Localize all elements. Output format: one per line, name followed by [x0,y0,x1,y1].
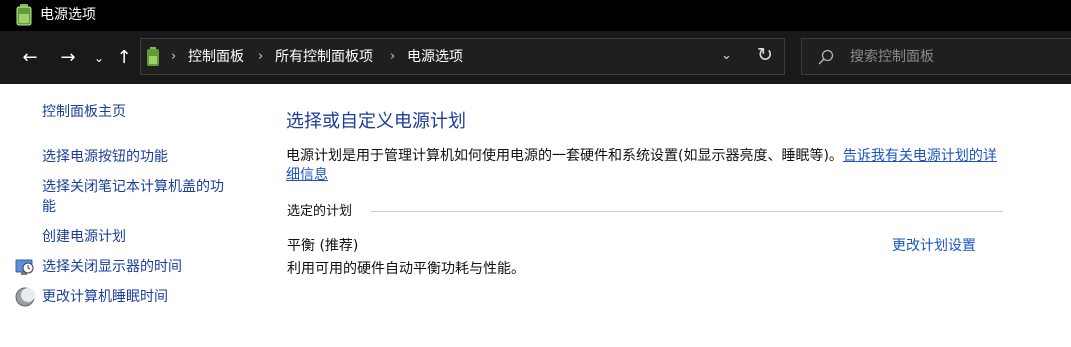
back-arrow-icon[interactable]: ← [19,47,41,69]
up-arrow-icon[interactable]: ↑ [113,47,135,69]
change-plan-settings-link[interactable]: 更改计划设置 [892,237,976,255]
breadcrumb-all-items[interactable]: 所有控制面板项 [275,48,373,66]
navigation-bar: ← → ⌄ ↑ › 控制面板 › 所有控制面板项 › 电源选项 ⌄ ↻ 搜索控制… [0,31,1071,84]
create-power-plan-link[interactable]: 创建电源计划 [42,227,126,247]
window-title: 电源选项 [40,7,96,23]
address-bar[interactable]: › 控制面板 › 所有控制面板项 › 电源选项 ⌄ ↻ [140,38,785,75]
breadcrumb-control-panel[interactable]: 控制面板 [188,48,244,66]
refresh-icon[interactable]: ↻ [757,44,773,66]
breadcrumb-separator-icon: › [171,49,177,64]
page-title: 选择或自定义电源计划 [286,111,466,132]
breadcrumb-power-options[interactable]: 电源选项 [407,48,463,66]
breadcrumb-separator-icon: › [390,49,396,64]
search-placeholder: 搜索控制面板 [850,49,934,65]
recent-dropdown-icon[interactable]: ⌄ [88,47,110,69]
monitor-clock-icon [15,259,34,275]
section-divider [371,211,1003,212]
lid-close-function-link[interactable]: 选择关闭笔记本计算机盖的功 [42,177,224,197]
title-bar: 电源选项 [0,0,1071,31]
control-panel-home-link[interactable]: 控制面板主页 [42,102,126,122]
breadcrumb-separator-icon: › [258,49,264,64]
power-options-icon [16,4,32,26]
description-text: 电源计划是用于管理计算机如何使用电源的一套硬件和系统设置(如显示器亮度、睡眠等)… [286,148,843,164]
lid-close-function-link-cont[interactable]: 能 [42,197,56,217]
moon-icon [15,287,35,307]
plan-description: 利用可用的硬件自动平衡功耗与性能。 [287,261,525,277]
forward-arrow-icon[interactable]: → [57,47,79,69]
display-off-time-link[interactable]: 选择关闭显示器的时间 [42,257,182,277]
search-box[interactable]: 搜索控制面板 [801,38,1071,75]
plan-name: 平衡 (推荐) [287,238,359,254]
search-icon [818,49,834,65]
chevron-down-icon[interactable]: ⌄ [721,48,732,63]
power-button-function-link[interactable]: 选择电源按钮的功能 [42,147,168,167]
page-description: 电源计划是用于管理计算机如何使用电源的一套硬件和系统设置(如显示器亮度、睡眠等)… [286,147,1006,185]
selected-plan-heading: 选定的计划 [287,204,353,219]
sleep-time-link[interactable]: 更改计算机睡眠时间 [42,287,168,307]
power-options-icon [147,47,159,66]
